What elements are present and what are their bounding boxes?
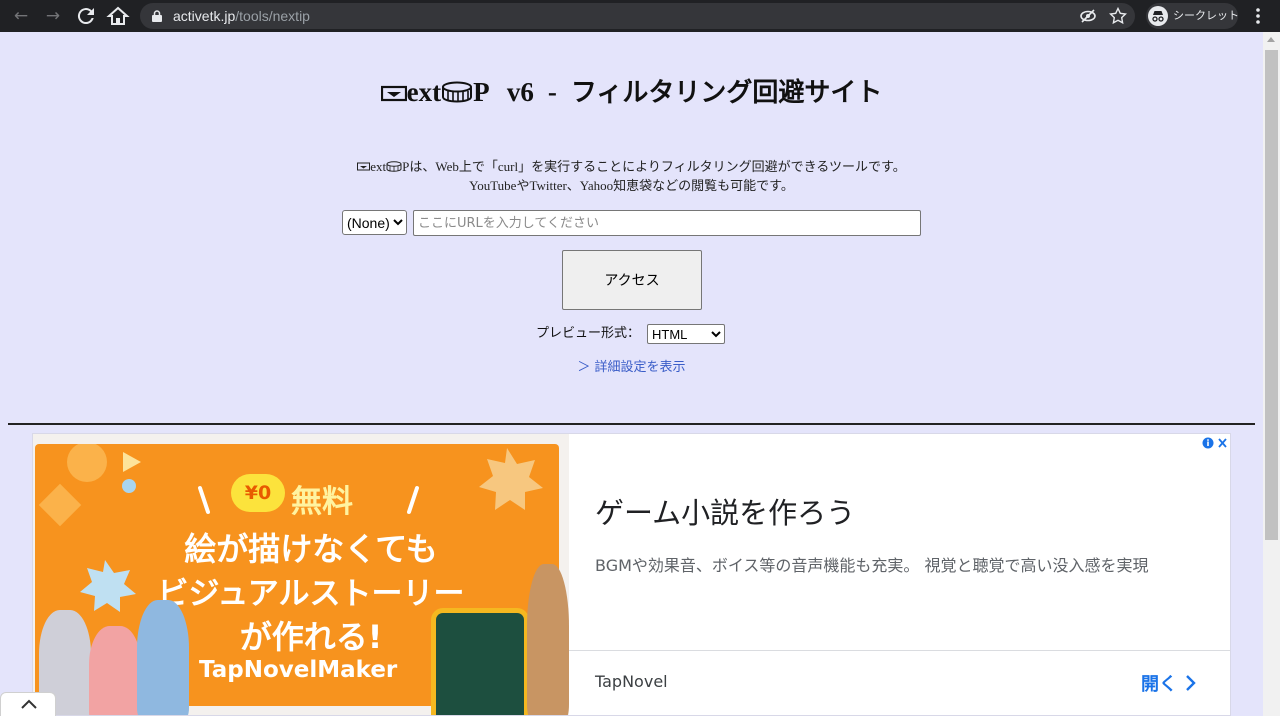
url-path: /tools/nextip bbox=[235, 8, 310, 24]
kebab-menu-icon[interactable] bbox=[1248, 6, 1268, 26]
ad-logo-text: TapNovelMaker bbox=[199, 657, 398, 683]
ad-price-badge: ¥0 bbox=[231, 474, 285, 512]
horizontal-divider bbox=[8, 423, 1255, 425]
ad-free-label: 無料 bbox=[291, 484, 353, 520]
eye-off-icon[interactable] bbox=[1079, 7, 1097, 25]
preview-format-label: プレビュー形式： bbox=[536, 326, 641, 341]
ad-headline-3: が作れる! bbox=[239, 618, 383, 656]
url-input[interactable] bbox=[413, 210, 921, 236]
profile-label: シークレット bbox=[1173, 9, 1239, 22]
title-logo-text: ext bbox=[406, 77, 442, 107]
envelope-small-icon bbox=[357, 162, 371, 171]
preview-format-select[interactable]: HTML bbox=[647, 324, 725, 344]
incognito-profile-button[interactable]: シークレット bbox=[1146, 3, 1239, 29]
url-text: activetk.jp/tools/nextip bbox=[173, 3, 310, 29]
ad-image[interactable]: ¥0 無料 絵が描けなくても ビジュアルストーリー が作れる! TapNovel… bbox=[33, 434, 569, 715]
description-line-2: YouTubeやTwitter、Yahoo知恵袋などの閲覧も可能です。 bbox=[469, 178, 794, 193]
browser-toolbar: ← → activetk.jp/tools/nextip シークレット bbox=[0, 0, 1280, 32]
page-title: ext P v6- フィルタリング回避サイト bbox=[0, 72, 1263, 109]
desc-line1-text: は、Web上で「curl」を実行することによりフィルタリング回避ができるツールで… bbox=[409, 159, 906, 174]
ad-character-4 bbox=[527, 564, 569, 715]
ad-headline-1: 絵が描けなくても bbox=[184, 530, 438, 568]
ad-banner[interactable]: ¥0 無料 絵が描けなくても ビジュアルストーリー が作れる! TapNovel… bbox=[32, 433, 1231, 716]
detail-link-text[interactable]: ＞ 詳細設定を表示 bbox=[577, 360, 685, 375]
title-subtitle: フィルタリング回避サイト bbox=[570, 78, 883, 108]
title-separator: - bbox=[547, 77, 557, 107]
ad-open-button[interactable]: 開く bbox=[1141, 670, 1177, 696]
reload-icon[interactable] bbox=[74, 4, 98, 28]
star-icon[interactable] bbox=[1109, 7, 1127, 25]
title-version: v6 bbox=[506, 77, 534, 107]
chevron-up-icon[interactable] bbox=[1, 693, 57, 715]
scroll-up-arrow-icon[interactable] bbox=[1267, 37, 1275, 42]
coin-stack-logo-icon bbox=[442, 81, 473, 103]
description-line-1: ext Pは、Web上で「curl」を実行することによりフィルタリング回避ができる… bbox=[0, 157, 1263, 176]
chevron-right-icon[interactable] bbox=[1185, 674, 1197, 692]
ad-body: BGMや効果音、ボイス等の音声機能も充実。 視覚と聴覚で高い没入感を実現 bbox=[595, 556, 1149, 575]
proxy-select[interactable]: (None) bbox=[342, 210, 407, 235]
page-content: ext P v6- フィルタリング回避サイト ext Pは、Web上で「curl」を実… bbox=[0, 32, 1263, 716]
site-description: ext Pは、Web上で「curl」を実行することによりフィルタリング回避ができる… bbox=[0, 157, 1263, 195]
ad-character-2 bbox=[89, 626, 141, 715]
ad-copy[interactable]: ゲーム小説を作ろう BGMや効果音、ボイス等の音声機能も充実。 視覚と聴覚で高い… bbox=[569, 434, 1230, 715]
show-advanced-settings-link[interactable]: ＞ 詳細設定を表示 bbox=[0, 356, 1263, 375]
ad-collapse-tab[interactable] bbox=[0, 692, 56, 716]
ad-phone-illustration bbox=[431, 608, 529, 715]
lock-icon bbox=[152, 10, 162, 22]
coin-stack-small-icon bbox=[386, 161, 402, 172]
ad-separator bbox=[569, 650, 1230, 651]
ad-character-3 bbox=[137, 600, 189, 715]
envelope-logo-icon bbox=[380, 85, 407, 102]
url-host: activetk.jp bbox=[173, 8, 236, 24]
address-bar[interactable]: activetk.jp/tools/nextip bbox=[140, 3, 1135, 29]
ad-brand[interactable]: TapNovel bbox=[595, 672, 668, 691]
ad-headline-2: ビジュアルストーリー bbox=[157, 576, 465, 612]
vertical-scrollbar[interactable] bbox=[1263, 32, 1280, 716]
back-arrow-icon[interactable]: ← bbox=[9, 4, 33, 28]
ad-choices-close-icon[interactable] bbox=[1202, 436, 1230, 450]
home-icon[interactable] bbox=[106, 4, 130, 28]
access-button[interactable]: アクセス bbox=[562, 250, 702, 310]
scroll-thumb[interactable] bbox=[1265, 50, 1278, 540]
desc-logo-text: ext bbox=[370, 159, 387, 174]
title-logo-end: P bbox=[473, 77, 489, 107]
ad-title[interactable]: ゲーム小説を作ろう bbox=[595, 490, 855, 532]
forward-arrow-icon[interactable]: → bbox=[41, 4, 65, 28]
incognito-icon bbox=[1148, 6, 1168, 26]
